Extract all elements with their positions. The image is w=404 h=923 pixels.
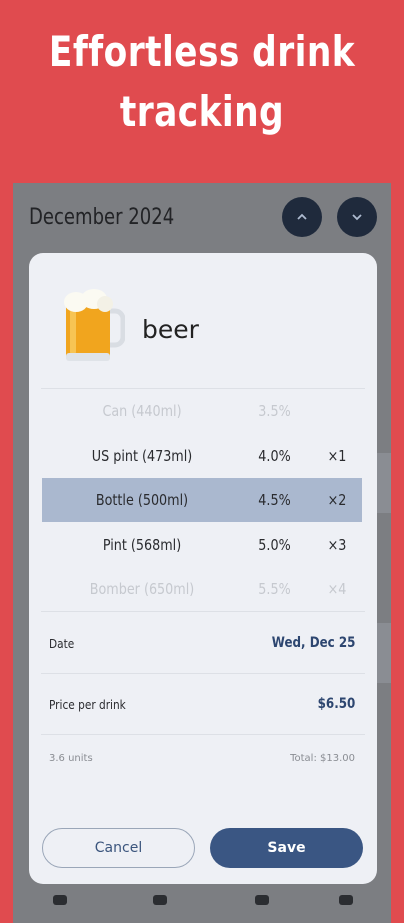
previous-month-button[interactable]	[282, 197, 322, 237]
size-option-pint[interactable]: Pint (568ml) 5.0% ×3	[42, 523, 362, 567]
next-month-button[interactable]	[337, 197, 377, 237]
headline: Effortless drink tracking	[36, 22, 367, 142]
size-label: US pint (473ml)	[91, 447, 193, 465]
size-label: Can (440ml)	[102, 402, 182, 420]
drink-name: beer	[142, 315, 199, 344]
abv-label: 4.0%	[258, 447, 291, 465]
divider	[41, 734, 365, 735]
abv-label: 5.5%	[258, 580, 291, 598]
divider	[41, 673, 365, 674]
headline-line-1: Effortless drink	[48, 27, 356, 76]
price-label: Price per drink	[49, 698, 126, 712]
size-label: Bottle (500ml)	[95, 491, 189, 509]
nav-icon[interactable]	[153, 895, 167, 905]
month-label: December 2024	[29, 205, 175, 230]
headline-line-2: tracking	[119, 87, 285, 136]
quantity-label: ×3	[327, 536, 347, 554]
units-text: 3.6 units	[49, 753, 93, 764]
bottom-navigation	[13, 895, 391, 915]
abv-label: 4.5%	[258, 491, 291, 509]
beer-mug-icon	[64, 289, 125, 361]
chevron-up-icon	[297, 213, 307, 220]
abv-label: 5.0%	[258, 536, 291, 554]
save-button[interactable]: Save	[210, 828, 363, 868]
size-label: Bomber (650ml)	[89, 580, 195, 598]
date-value[interactable]: Wed, Dec 25	[271, 635, 355, 651]
size-option-bottle[interactable]: Bottle (500ml) 4.5% ×2	[42, 478, 362, 522]
size-option-can[interactable]: Can (440ml) 3.5%	[42, 389, 362, 433]
date-label: Date	[49, 637, 75, 651]
nav-icon[interactable]	[53, 895, 67, 905]
abv-label: 3.5%	[258, 402, 291, 420]
quantity-label: ×2	[327, 491, 347, 509]
quantity-label: ×1	[327, 447, 347, 465]
cancel-button[interactable]: Cancel	[42, 828, 195, 868]
size-option-bomber[interactable]: Bomber (650ml) 5.5% ×4	[42, 567, 362, 611]
chevron-down-icon	[352, 214, 362, 221]
total-text: Total: $13.00	[290, 753, 355, 764]
price-value[interactable]: $6.50	[317, 696, 355, 712]
divider	[41, 611, 365, 612]
size-option-us-pint[interactable]: US pint (473ml) 4.0% ×1	[42, 434, 362, 478]
nav-icon[interactable]	[255, 895, 269, 905]
size-label: Pint (568ml)	[102, 536, 182, 554]
quantity-label: ×4	[327, 580, 347, 598]
add-drink-dialog: beer Can (440ml) 3.5% US pint (473ml) 4.…	[29, 253, 377, 884]
nav-icon[interactable]	[339, 895, 353, 905]
